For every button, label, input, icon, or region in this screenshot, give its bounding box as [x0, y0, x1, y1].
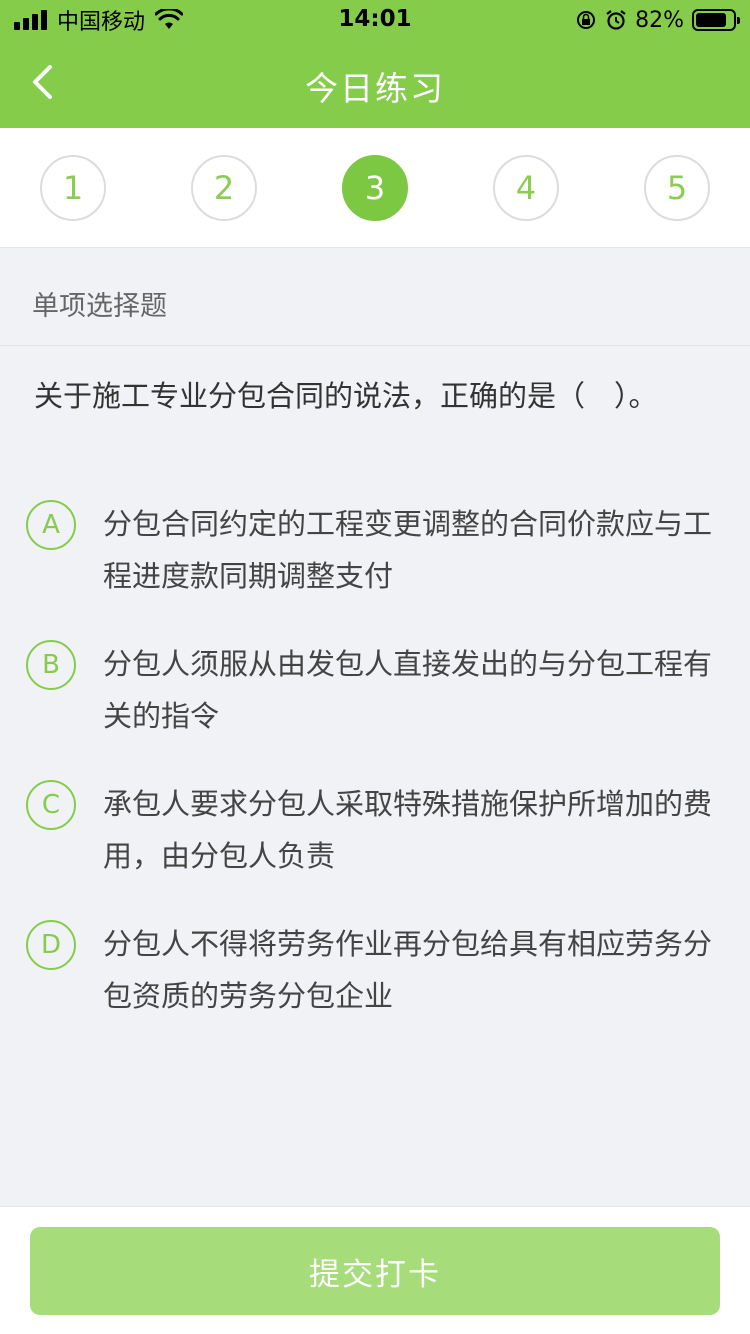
battery-percentage: 82%: [635, 7, 684, 33]
question-text: 关于施工专业分包合同的说法，正确的是（ ）。: [34, 379, 658, 413]
option-text: 分包人不得将劳务作业再分包给具有相应劳务分包资质的劳务分包企业: [103, 927, 713, 1013]
question-number-2[interactable]: 2: [191, 155, 257, 221]
status-bar: 中国移动 14:01 82%: [0, 0, 750, 40]
question-number-bar: 1 2 3 4 5: [0, 128, 750, 248]
option-letter: D: [26, 920, 76, 970]
top-bar: 中国移动 14:01 82% 今日练习: [0, 0, 750, 128]
question-number-4[interactable]: 4: [493, 155, 559, 221]
option-text: 分包合同约定的工程变更调整的合同价款应与工程进度款同期调整支付: [103, 507, 713, 593]
question-type-header: 单项选择题: [0, 248, 750, 346]
page-title: 今日练习: [305, 69, 445, 108]
question-number-3[interactable]: 3: [342, 155, 408, 221]
option-letter: B: [26, 640, 76, 690]
submit-checkin-button[interactable]: 提交打卡: [30, 1227, 720, 1315]
nav-bar: 今日练习: [0, 40, 750, 128]
battery-icon: [692, 9, 740, 31]
question-type-label: 单项选择题: [32, 291, 167, 322]
option-text: 承包人要求分包人采取特殊措施保护所增加的费用，由分包人负责: [103, 787, 713, 873]
rotation-lock-icon: [577, 11, 596, 29]
question-number-1[interactable]: 1: [40, 155, 106, 221]
footer-bar: 提交打卡: [0, 1206, 750, 1334]
alarm-icon: [606, 10, 626, 30]
practice-page: 中国移动 14:01 82% 今日练习 1 2 3 4 5 单项选择题 关于施工…: [0, 0, 750, 1334]
option-letter: A: [26, 500, 76, 550]
option-letter: C: [26, 780, 76, 830]
status-right: 82%: [575, 6, 740, 34]
option-text: 分包人须服从由发包人直接发出的与分包工程有关的指令: [103, 647, 713, 733]
question-number-5[interactable]: 5: [644, 155, 710, 221]
